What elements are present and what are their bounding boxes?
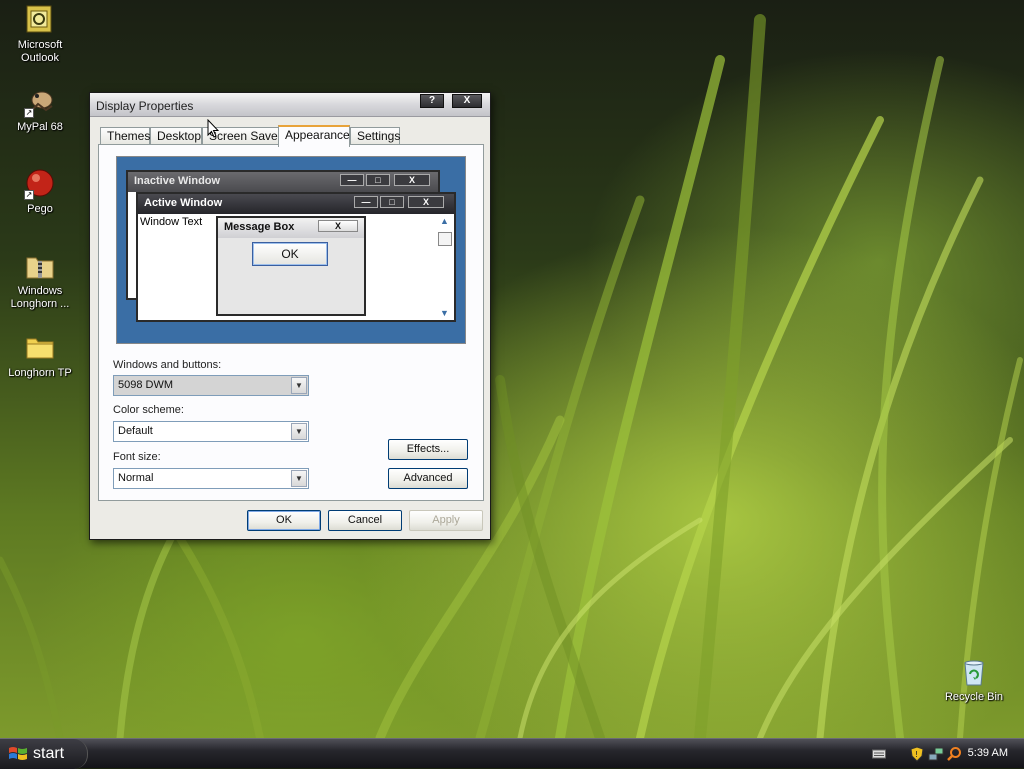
desktop-icon-windows-longhorn[interactable]: Windows Longhorn ... [2, 250, 78, 311]
scroll-down-icon: ▼ [440, 308, 449, 318]
desktop-icon-pego[interactable]: ↗ Pego [2, 168, 78, 216]
search-icon[interactable] [946, 746, 962, 762]
chevron-down-icon[interactable]: ▼ [291, 470, 307, 487]
desktop-icon-recycle-bin[interactable]: Recycle Bin [936, 656, 1012, 704]
recycle-bin-icon [958, 656, 990, 688]
preview-message-box: Message Box X OK [216, 216, 366, 316]
close-button[interactable]: X [452, 94, 482, 108]
network-icon[interactable] [928, 746, 944, 762]
apply-button[interactable]: Apply [409, 510, 483, 531]
security-shield-icon[interactable]: ! [910, 746, 924, 762]
preview-close-icon: X [408, 196, 444, 208]
chevron-down-icon[interactable]: ▼ [291, 377, 307, 394]
svg-text:!: ! [915, 750, 918, 759]
preview-minimize-icon: — [340, 174, 364, 186]
font-size-label: Font size: [113, 451, 161, 463]
desktop-icon-label: MyPal 68 [17, 121, 63, 133]
preview-scrollbar: ▲ ▼ [438, 216, 452, 318]
windows-buttons-value: 5098 DWM [118, 379, 174, 391]
taskbar: start ! 5:39 AM [0, 738, 1024, 769]
effects-button[interactable]: Effects... [388, 439, 468, 460]
help-button[interactable]: ? [420, 94, 444, 108]
mypal-icon: ↗ [24, 86, 56, 118]
desktop-icon-label: Microsoft Outlook [17, 39, 63, 64]
desktop-icon-label: Pego [27, 203, 53, 215]
keyboard-icon[interactable] [872, 748, 886, 760]
windows-buttons-dropdown[interactable]: 5098 DWM ▼ [113, 375, 309, 396]
windows-logo-icon [9, 747, 27, 760]
appearance-preview: Inactive Window — □ X Active Window — □ … [116, 156, 466, 344]
preview-close-icon: X [394, 174, 430, 186]
zip-folder-icon [24, 250, 56, 282]
color-scheme-label: Color scheme: [113, 404, 184, 416]
preview-ok-button: OK [252, 242, 328, 266]
desktop-icon-label: Windows Longhorn ... [10, 285, 70, 310]
tab-appearance[interactable]: Appearance [278, 125, 350, 147]
font-size-dropdown[interactable]: Normal ▼ [113, 468, 309, 489]
preview-maximize-icon: □ [366, 174, 390, 186]
preview-minimize-icon: — [354, 196, 378, 208]
tab-settings[interactable]: Settings [350, 127, 400, 145]
desktop-icon-label: Recycle Bin [944, 691, 1004, 703]
start-label: start [33, 745, 65, 762]
scroll-thumb [438, 232, 452, 246]
tab-desktop[interactable]: Desktop [150, 127, 202, 145]
display-properties-dialog: Display Properties ? X Themes Desktop Sc… [89, 92, 491, 540]
shortcut-arrow-icon: ↗ [24, 190, 34, 200]
preview-inactive-title: Inactive Window [128, 172, 438, 192]
desktop-icon-longhorn-tp[interactable]: Longhorn TP [2, 332, 78, 380]
outlook-icon [24, 4, 56, 36]
preview-close-icon: X [318, 220, 358, 232]
dialog-titlebar[interactable]: Display Properties ? X [90, 93, 490, 117]
start-button[interactable]: start [0, 739, 88, 769]
dialog-title: Display Properties [96, 99, 194, 113]
color-scheme-value: Default [118, 425, 153, 437]
advanced-button[interactable]: Advanced [388, 468, 468, 489]
chevron-down-icon[interactable]: ▼ [291, 423, 307, 440]
color-scheme-dropdown[interactable]: Default ▼ [113, 421, 309, 442]
font-size-value: Normal [118, 472, 154, 484]
appearance-panel: Inactive Window — □ X Active Window — □ … [98, 144, 484, 501]
scroll-up-icon: ▲ [440, 216, 449, 226]
clock[interactable]: 5:39 AM [968, 747, 1008, 759]
system-tray: ! 5:39 AM [864, 739, 1024, 769]
desktop-icon-outlook[interactable]: Microsoft Outlook [2, 4, 78, 65]
desktop-icon-mypal[interactable]: ↗ MyPal 68 [2, 86, 78, 134]
cancel-button[interactable]: Cancel [328, 510, 402, 531]
shortcut-arrow-icon: ↗ [24, 108, 34, 118]
folder-icon [24, 332, 56, 364]
preview-active-title: Active Window [138, 194, 454, 214]
desktop-icon-label: Longhorn TP [8, 367, 72, 379]
pego-icon: ↗ [24, 168, 56, 200]
windows-buttons-label: Windows and buttons: [113, 359, 222, 371]
preview-maximize-icon: □ [380, 196, 404, 208]
mouse-cursor-icon [207, 119, 219, 138]
tab-themes[interactable]: Themes [100, 127, 150, 145]
ok-button[interactable]: OK [247, 510, 321, 531]
preview-window-text: Window Text [140, 216, 203, 228]
